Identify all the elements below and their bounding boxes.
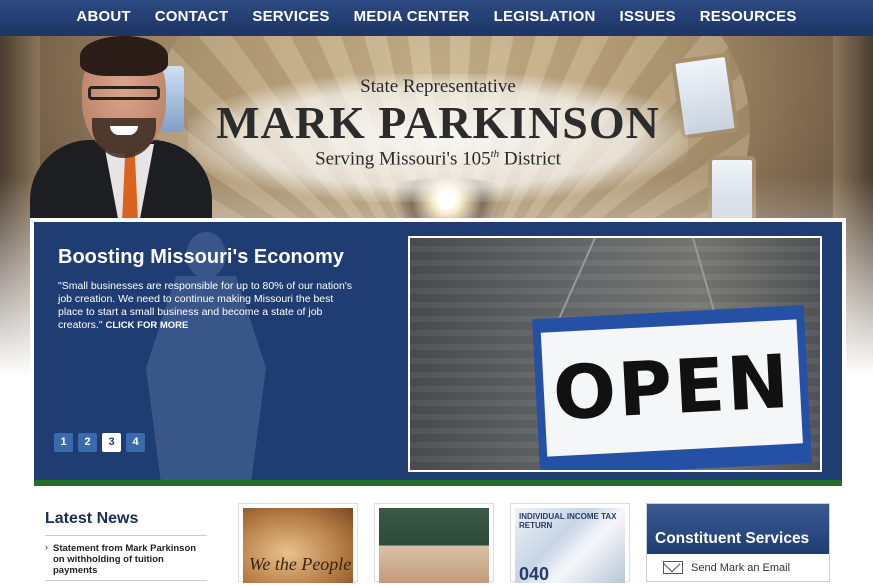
pager-1[interactable]: 1 <box>54 433 73 452</box>
nav-issues[interactable]: ISSUES <box>620 8 676 25</box>
latest-news: Latest News Statement from Mark Parkinso… <box>45 510 207 581</box>
site-subtitle: State Representative <box>360 76 516 97</box>
slide-title: Boosting Missouri's Economy <box>58 246 344 268</box>
nav-contact[interactable]: CONTACT <box>155 8 229 25</box>
representative-portrait <box>30 36 212 220</box>
pager-2[interactable]: 2 <box>78 433 97 452</box>
open-sign: OPEN <box>532 304 812 470</box>
district-tail: District <box>499 148 561 170</box>
slide-quote: "Small businesses are responsible for up… <box>58 280 358 332</box>
site-title: State Representative MARK PARKINSON Serv… <box>188 74 688 202</box>
constitution-image: We the People <box>243 508 353 583</box>
top-navigation: ABOUT CONTACT SERVICES MEDIA CENTER LEGI… <box>0 0 873 36</box>
open-sign-text: OPEN <box>540 319 803 457</box>
feature-slider: Boosting Missouri's Economy "Small busin… <box>30 218 846 488</box>
tax-form-image: INDIVIDUAL INCOME TAX RETURN 040 <box>515 508 625 584</box>
envelope-icon <box>663 561 683 574</box>
send-email-label: Send Mark an Email <box>691 561 791 574</box>
news-item[interactable]: Statement from Mark Parkinson on withhol… <box>45 542 207 576</box>
send-email-link[interactable]: Send Mark an Email <box>647 554 829 574</box>
classroom-image <box>379 508 489 583</box>
latest-news-heading: Latest News <box>45 510 207 536</box>
nav-resources[interactable]: RESOURCES <box>700 8 797 25</box>
slider-pager: 1 2 3 4 <box>54 433 145 452</box>
pager-4[interactable]: 4 <box>126 433 145 452</box>
nav-about[interactable]: ABOUT <box>76 8 130 25</box>
nav-media-center[interactable]: MEDIA CENTER <box>354 8 470 25</box>
pager-3[interactable]: 3 <box>102 433 121 452</box>
slide: Boosting Missouri's Economy "Small busin… <box>34 222 842 484</box>
tax-form-title: INDIVIDUAL INCOME TAX RETURN <box>519 512 617 530</box>
district-ordinal: th <box>490 148 500 160</box>
slide-photo: OPEN <box>408 236 822 472</box>
representative-name: MARK PARKINSON <box>216 97 660 148</box>
constituent-services-heading: Constituent Services <box>647 504 829 554</box>
slider-accent-bar <box>34 480 842 486</box>
district-prefix: Serving Missouri's 105 <box>315 148 491 170</box>
click-for-more-link[interactable]: CLICK FOR MORE <box>106 320 189 331</box>
portrait-glasses <box>88 86 160 100</box>
nav-services[interactable]: SERVICES <box>252 8 329 25</box>
news-divider <box>45 580 207 581</box>
constituent-services: Constituent Services Send Mark an Email <box>646 503 830 582</box>
portrait-hair <box>80 36 168 76</box>
thumbnail-tax-form[interactable]: INDIVIDUAL INCOME TAX RETURN 040 <box>510 503 630 584</box>
slide-quote-text: "Small businesses are responsible for up… <box>58 280 353 331</box>
thumbnail-classroom[interactable] <box>374 503 494 583</box>
district-line: Serving Missouri's 105th District <box>188 148 688 170</box>
nav-legislation[interactable]: LEGISLATION <box>494 8 596 25</box>
thumbnail-constitution[interactable]: We the People <box>238 503 358 583</box>
